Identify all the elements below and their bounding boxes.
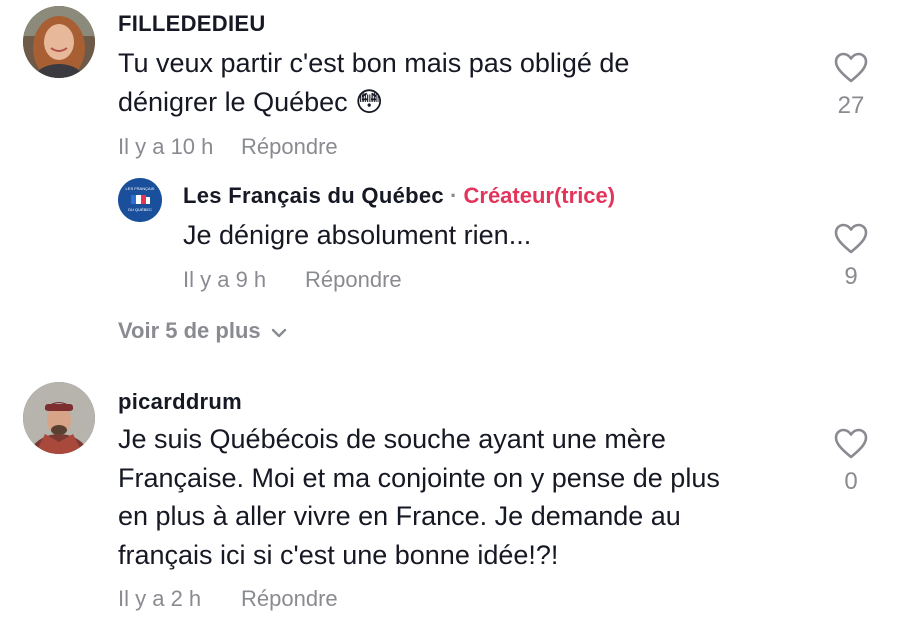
avatar-photo	[23, 382, 95, 454]
comment-text-line: dénigrer le Québec 😳	[118, 86, 384, 117]
heart-outline-icon	[834, 52, 868, 83]
like-count: 9	[844, 263, 858, 290]
like-count: 27	[837, 92, 865, 119]
comment-timestamp: Il y a 10 h	[118, 134, 214, 159]
reply-button[interactable]: Répondre	[241, 134, 338, 160]
view-more-replies-button[interactable]: Voir 5 de plus	[118, 318, 288, 344]
like-button[interactable]	[834, 223, 868, 254]
avatar-photo	[23, 6, 95, 78]
comment-username[interactable]: picarddrum	[118, 389, 242, 415]
like-button[interactable]	[834, 428, 868, 459]
avatar-picarddrum[interactable]	[23, 382, 95, 454]
comment-text-line: français ici si c'est une bonne idée!?!	[118, 539, 559, 570]
heart-outline-icon	[834, 428, 868, 459]
chevron-down-icon	[271, 328, 286, 337]
like-button[interactable]	[834, 52, 868, 83]
comment-username[interactable]: FILLEDEDIEU	[118, 11, 266, 37]
reply-button[interactable]: Répondre	[241, 586, 338, 612]
comment-timestamp: Il y a 2 h	[118, 586, 202, 611]
reply-timestamp: Il y a 9 h	[183, 267, 267, 292]
comment-text: Je suis Québécois de souche ayant une mè…	[118, 420, 818, 574]
svg-text:DU QUÉBEC: DU QUÉBEC	[128, 207, 152, 212]
avatar-filledediu[interactable]	[23, 6, 95, 78]
comment-text-line: en plus à aller vivre en France. Je dema…	[118, 501, 681, 531]
reply-username[interactable]: Les Français du Québec	[183, 183, 444, 208]
view-more-label: Voir 5 de plus	[118, 318, 261, 343]
avatar-creator[interactable]: LES FRANÇAIS DU QUÉBEC	[118, 178, 162, 222]
svg-text:LES FRANÇAIS: LES FRANÇAIS	[126, 186, 155, 191]
comment-text: Tu veux partir c'est bon mais pas obligé…	[118, 44, 798, 121]
separator-dot: ·	[450, 183, 458, 208]
like-count: 0	[844, 468, 858, 495]
reply-header: Les Français du Québec · Créateur(trice)	[183, 183, 615, 209]
reply-text: Je dénigre absolument rien...	[183, 220, 532, 250]
heart-outline-icon	[834, 223, 868, 254]
creator-badge: Créateur(trice)	[463, 183, 616, 208]
comment-text-line: Française. Moi et ma conjointe on y pens…	[118, 462, 720, 493]
comment-text-line: Tu veux partir c'est bon mais pas obligé…	[118, 48, 630, 78]
comment-text-line: Je suis Québécois de souche ayant une mè…	[118, 424, 666, 454]
reply-button[interactable]: Répondre	[305, 267, 402, 293]
creator-logo: LES FRANÇAIS DU QUÉBEC	[118, 178, 162, 222]
